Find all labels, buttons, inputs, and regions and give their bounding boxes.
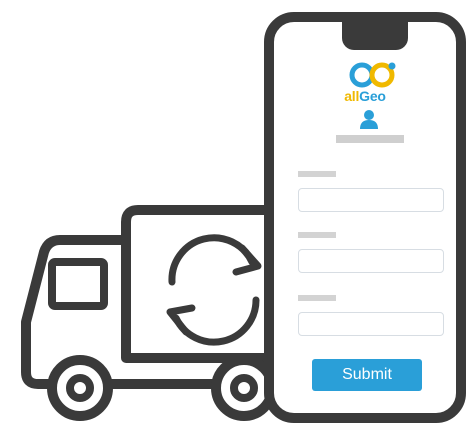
brand-logo-prefix: all bbox=[344, 88, 360, 104]
form-input-1[interactable] bbox=[298, 188, 444, 212]
brand-logo-text: allGeo bbox=[274, 88, 456, 104]
form-field-label-1 bbox=[298, 171, 336, 177]
phone-device: allGeo Submit bbox=[264, 12, 466, 423]
user-avatar-icon bbox=[360, 110, 378, 129]
form-input-3[interactable] bbox=[298, 312, 444, 336]
form-input-2[interactable] bbox=[298, 249, 444, 273]
truck-cab-window bbox=[48, 258, 108, 310]
form-field-label-2 bbox=[298, 232, 336, 238]
sync-arrows-icon bbox=[166, 234, 262, 346]
allgeo-logo-icon bbox=[349, 62, 396, 88]
phone-notch bbox=[342, 22, 408, 50]
brand-logo-suffix: Geo bbox=[359, 88, 386, 104]
form-field-label-3 bbox=[298, 295, 336, 301]
username-placeholder bbox=[336, 135, 404, 143]
submit-button[interactable]: Submit bbox=[312, 359, 422, 391]
illustration-scene: allGeo Submit bbox=[0, 0, 471, 428]
truck-front-wheel bbox=[47, 355, 113, 421]
